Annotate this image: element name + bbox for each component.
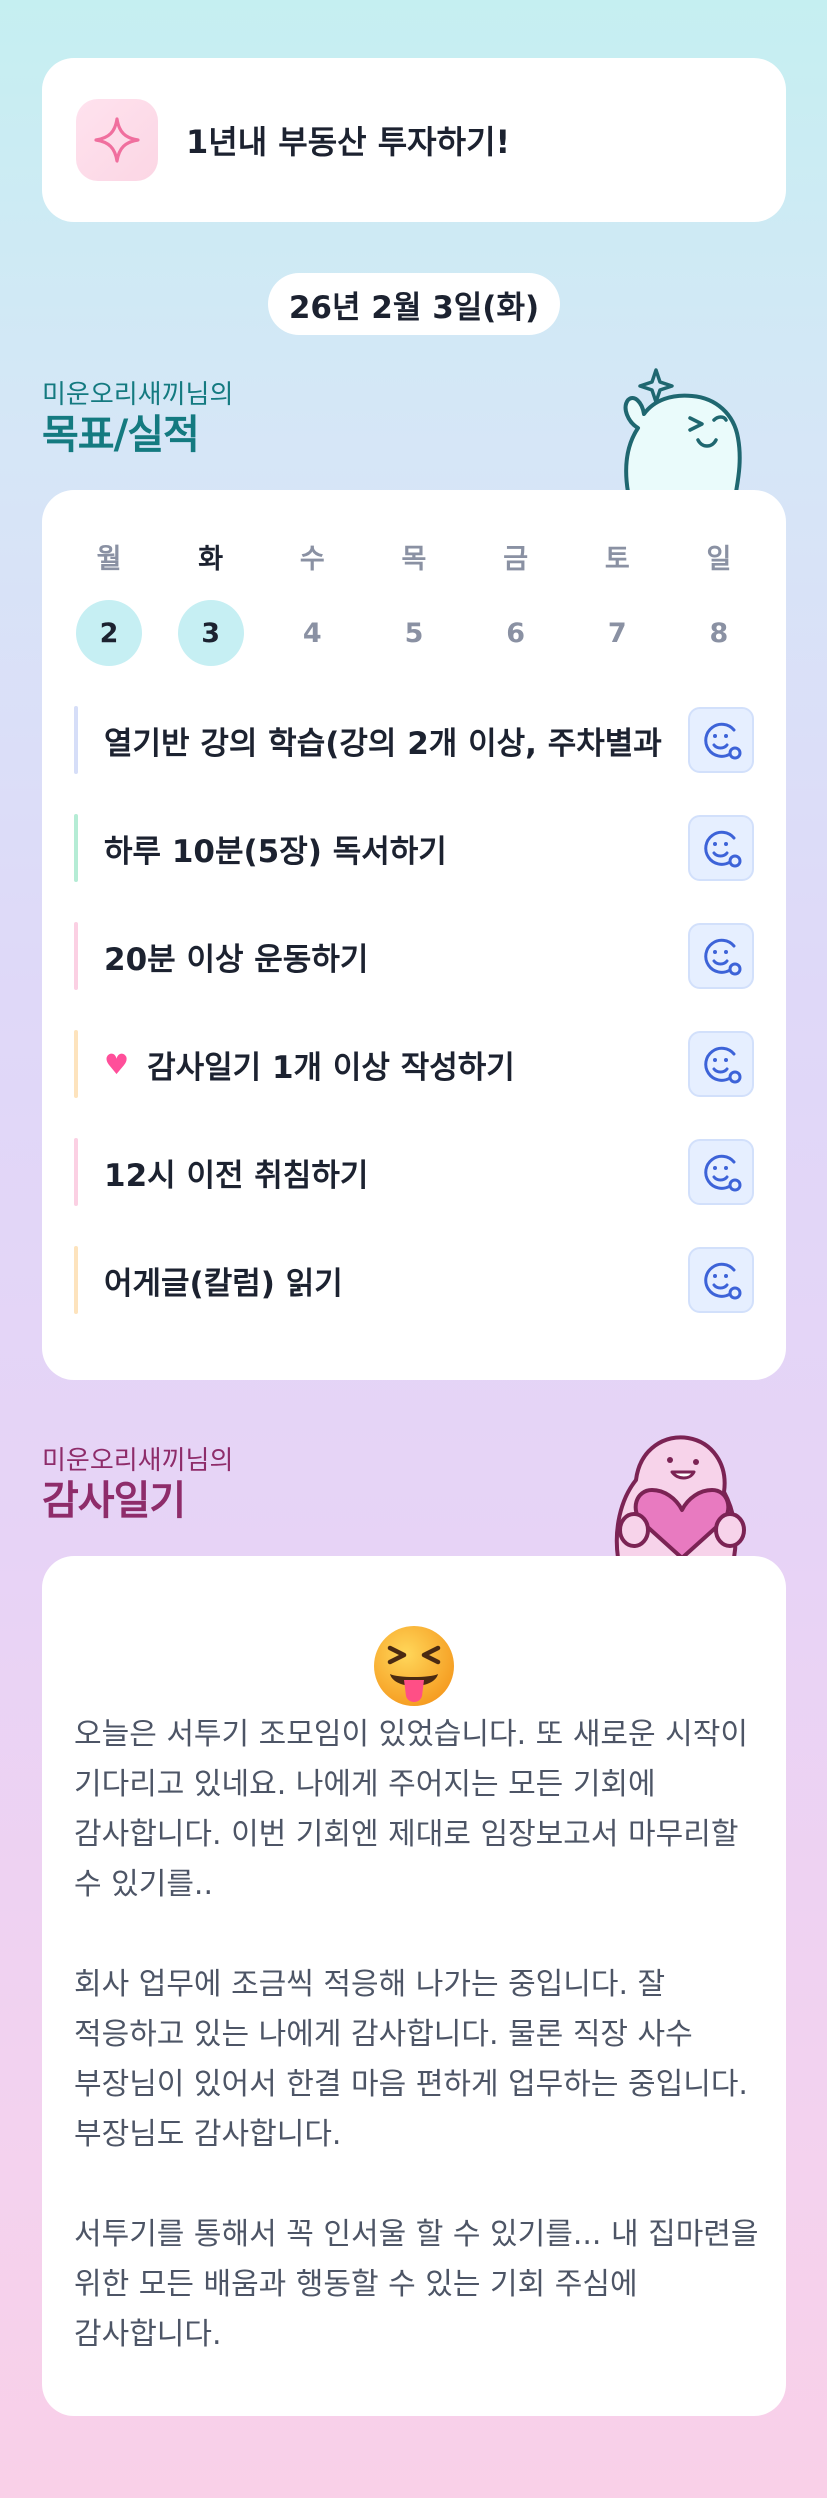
goal-text: 어게글(칼럼) 읽기 <box>104 1265 343 1302</box>
day-thu[interactable]: 목 5 <box>379 542 449 666</box>
goal-text: 감사일기 1개 이상 작성하기 <box>147 1049 515 1086</box>
day-name: 월 <box>96 544 122 575</box>
smiley-icon[interactable] <box>688 1247 754 1313</box>
gratitude-paragraph: 회사 업무에 조금씩 적응해 나가는 중입니다. 잘 적응하고 있는 나에게 감… <box>74 1967 748 2152</box>
goal-text: 하루 10분(5장) 독서하기 <box>104 833 447 870</box>
day-date: 2 <box>76 600 142 666</box>
week-calendar: 월 2 화 3 수 4 목 5 금 6 토 7 일 8 <box>74 542 754 666</box>
day-date: 3 <box>177 600 244 666</box>
day-name: 목 <box>401 544 427 575</box>
smiley-icon[interactable] <box>688 707 754 773</box>
goal-item[interactable]: ♥ 감사일기 1개 이상 작성하기 <box>74 1030 754 1098</box>
goal-item[interactable]: 20분 이상 운동하기 <box>74 922 754 990</box>
gratitude-paragraph: 서투기를 통해서 꼭 인서울 할 수 있기를... 내 집마련을 위한 모든 배… <box>74 2217 759 2352</box>
goals-card: 월 2 화 3 수 4 목 5 금 6 토 7 일 8 열기반 강의 학습(강의 <box>42 490 786 1380</box>
day-name: 토 <box>604 544 630 575</box>
goal-header-card[interactable]: 1년내 부동산 투자하기! <box>42 58 786 222</box>
day-date: 8 <box>709 617 729 649</box>
smiley-icon[interactable] <box>688 1031 754 1097</box>
goal-text: 20분 이상 운동하기 <box>104 941 369 978</box>
goal-color-bar <box>74 706 78 774</box>
goal-item[interactable]: 하루 10분(5장) 독서하기 <box>74 814 754 882</box>
day-date: 5 <box>404 617 424 649</box>
goal-item[interactable]: 어게글(칼럼) 읽기 <box>74 1246 754 1314</box>
day-name: 금 <box>503 544 529 575</box>
goal-title: 1년내 부동산 투자하기! <box>186 123 511 161</box>
goal-color-bar <box>74 922 78 990</box>
goal-color-bar <box>74 1030 78 1098</box>
squinting-tongue-face-icon <box>374 1626 454 1706</box>
gratitude-paragraph: 오늘은 서투기 조모임이 있었습니다. 또 새로운 시작이 기다리고 있네요. … <box>74 1717 748 1902</box>
goal-color-bar <box>74 814 78 882</box>
duck-mascot <box>623 368 742 494</box>
day-fri[interactable]: 금 6 <box>481 542 551 666</box>
day-tue[interactable]: 화 3 <box>176 542 246 666</box>
smiley-icon[interactable] <box>688 1139 754 1205</box>
date-pill[interactable]: 26년 2월 3일(화) <box>268 273 560 335</box>
smiley-icon[interactable] <box>688 923 754 989</box>
day-date: 7 <box>607 617 627 649</box>
gratitude-card: 오늘은 서투기 조모임이 있었습니다. 또 새로운 시작이 기다리고 있네요. … <box>42 1556 786 2416</box>
smiley-icon[interactable] <box>688 815 754 881</box>
day-wed[interactable]: 수 4 <box>277 542 347 666</box>
heart-mascot <box>614 1435 746 1560</box>
goal-text: 열기반 강의 학습(강의 2개 이상, 주차별과 <box>104 725 662 762</box>
goal-color-bar <box>74 1138 78 1206</box>
day-date: 6 <box>506 617 526 649</box>
goals-section-title: 목표/실적 <box>42 412 200 458</box>
day-mon[interactable]: 월 2 <box>74 542 144 666</box>
day-name: 일 <box>706 544 732 575</box>
goal-text: 12시 이전 취침하기 <box>104 1157 369 1194</box>
sparkle-icon <box>76 99 158 181</box>
goal-item[interactable]: 12시 이전 취침하기 <box>74 1138 754 1206</box>
day-name: 수 <box>299 544 325 575</box>
gratitude-section-title: 감사일기 <box>42 1478 186 1524</box>
goal-color-bar <box>74 1246 78 1314</box>
heart-icon: ♥ <box>104 1047 130 1081</box>
day-sat[interactable]: 토 7 <box>582 542 652 666</box>
day-sun[interactable]: 일 8 <box>684 542 754 666</box>
day-date: 4 <box>302 617 322 649</box>
goal-item[interactable]: 열기반 강의 학습(강의 2개 이상, 주차별과 <box>74 706 754 774</box>
day-name: 화 <box>198 544 224 575</box>
